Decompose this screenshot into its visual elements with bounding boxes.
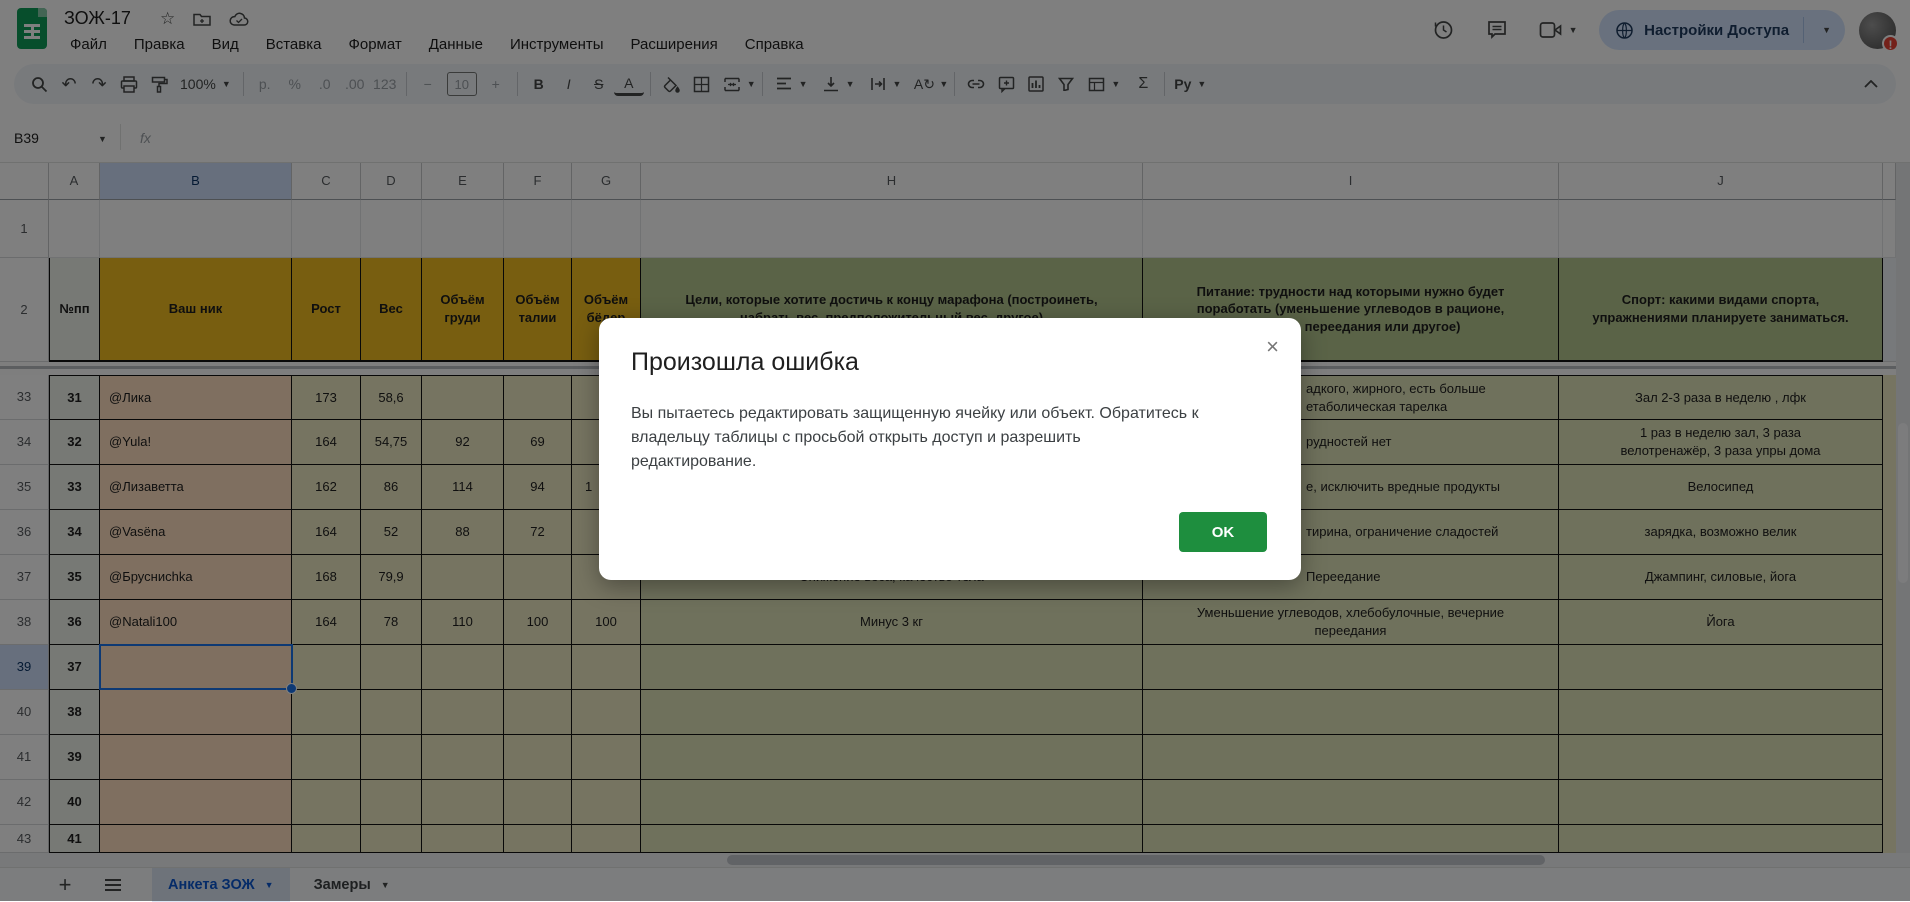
dialog-title: Произошла ошибка: [631, 348, 1269, 377]
dialog-ok-button[interactable]: OK: [1179, 512, 1267, 552]
error-dialog: Произошла ошибка × Вы пытаетесь редактир…: [599, 318, 1301, 580]
dialog-close-icon[interactable]: ×: [1266, 334, 1279, 360]
dialog-body: Вы пытаетесь редактировать защищенную яч…: [631, 402, 1261, 474]
